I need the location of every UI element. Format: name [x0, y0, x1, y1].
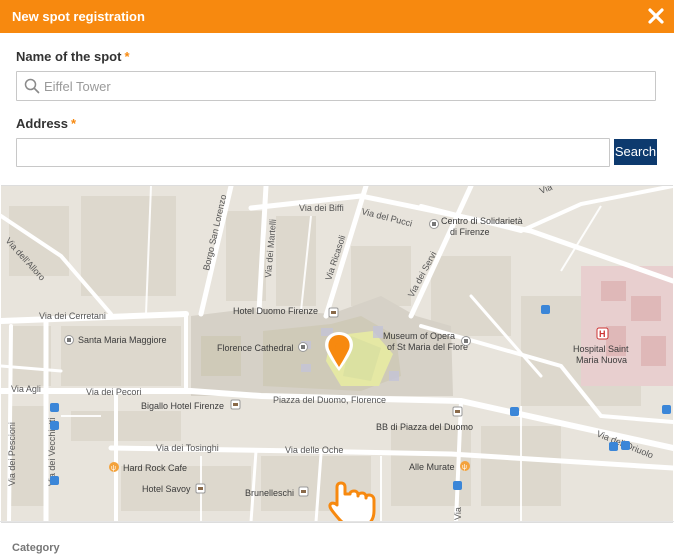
name-field-label: Name of the spot *	[16, 49, 130, 64]
address-input[interactable]	[17, 139, 609, 166]
street-label-via-dei-pescioni: Via dei Pescioni	[7, 422, 17, 486]
street-label-via-bottom: Via	[453, 507, 463, 520]
address-label-text: Address	[16, 116, 69, 131]
address-field-label: Address *	[16, 116, 76, 131]
svg-text:H: H	[599, 329, 606, 339]
place-museum-1: Museum of Opera	[383, 331, 455, 341]
restaurant-icon: ψ	[460, 461, 470, 471]
street-label-piazza-del-duomo: Piazza del Duomo, Florence	[273, 395, 386, 405]
map-canvas[interactable]: Via dei Biffi Via del Pucci Borgo San Lo…	[1, 186, 673, 522]
category-label: Category	[12, 542, 60, 554]
hotel-icon	[195, 483, 206, 494]
place-museum-2: of St Maria del Fiore	[387, 342, 468, 352]
street-label-via-delle-oche: Via delle Oche	[285, 445, 343, 455]
place-centro-2: di Firenze	[450, 227, 490, 237]
place-hard-rock: Hard Rock Cafe	[123, 463, 187, 473]
hospital-icon: H	[596, 327, 609, 340]
street-label-via-dei-tosinghi: Via dei Tosinghi	[156, 443, 219, 453]
spot-name-field	[16, 71, 656, 101]
spot-name-input[interactable]	[17, 72, 655, 100]
museum-icon	[64, 335, 74, 345]
place-hospital-1: Hospital Saint	[573, 344, 629, 354]
street-label-via-agli: Via Agli	[11, 384, 41, 394]
place-brunelleschi: Brunelleschi	[245, 488, 294, 498]
hotel-icon	[328, 307, 339, 318]
place-alle-murate: Alle Murate	[409, 462, 455, 472]
museum-icon	[461, 336, 471, 346]
required-mark: *	[124, 49, 130, 64]
place-hospital-2: Maria Nuova	[576, 355, 627, 365]
street-label-via-dei-cerretani: Via dei Cerretani	[39, 311, 106, 321]
search-button[interactable]: Search	[614, 139, 657, 165]
museum-icon	[298, 342, 308, 352]
street-label-via-dei-biffi: Via dei Biffi	[299, 203, 344, 213]
hotel-icon	[230, 399, 241, 410]
svg-text:ψ: ψ	[111, 465, 116, 472]
place-bigallo: Bigallo Hotel Firenze	[141, 401, 224, 411]
museum-icon	[429, 219, 439, 229]
place-hotel-savoy: Hotel Savoy	[142, 484, 191, 494]
place-bb: BB di Piazza del Duomo	[376, 422, 473, 432]
place-centro: Centro di Solidarietà	[441, 216, 523, 226]
spot-registration-dialog: New spot registration Name of the spot * …	[0, 0, 674, 560]
svg-text:ψ: ψ	[462, 464, 467, 471]
map-divider	[0, 521, 674, 522]
place-santa-maria: Santa Maria Maggiore	[78, 335, 167, 345]
restaurant-icon: ψ	[109, 462, 119, 472]
search-icon	[24, 78, 40, 94]
hotel-icon	[298, 486, 309, 497]
map-view[interactable]: Via dei Biffi Via del Pucci Borgo San Lo…	[1, 185, 673, 523]
hotel-icon	[452, 406, 463, 417]
name-label-text: Name of the spot	[16, 49, 122, 64]
required-mark: *	[71, 116, 77, 131]
place-hotel-duomo: Hotel Duomo Firenze	[233, 306, 318, 316]
address-field	[16, 138, 610, 167]
close-icon[interactable]	[647, 7, 665, 25]
dialog-title: New spot registration	[12, 9, 145, 24]
place-cathedral: Florence Cathedral	[217, 343, 294, 353]
street-label-via-dei-pecori: Via dei Pecori	[86, 387, 141, 397]
dialog-title-bar: New spot registration	[0, 0, 674, 33]
